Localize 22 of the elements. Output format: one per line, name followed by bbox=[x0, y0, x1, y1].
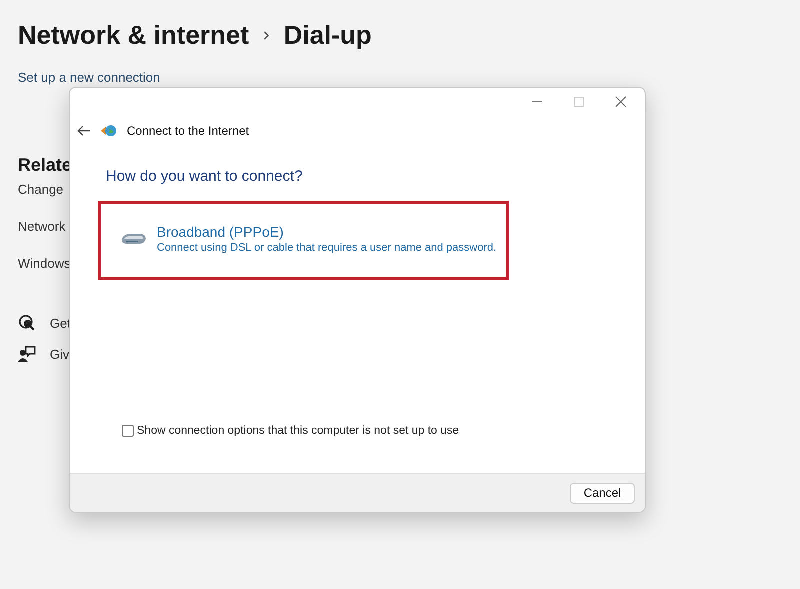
help-link[interactable]: Giv bbox=[50, 346, 70, 362]
globe-icon bbox=[101, 124, 117, 138]
section-heading: Relate bbox=[18, 155, 72, 177]
cancel-button[interactable]: Cancel bbox=[570, 482, 635, 504]
related-link[interactable]: Change bbox=[18, 182, 64, 197]
back-icon[interactable] bbox=[77, 125, 91, 137]
help-icon bbox=[18, 314, 36, 332]
page-title: Dial-up bbox=[284, 20, 372, 50]
checkbox[interactable] bbox=[122, 425, 134, 437]
breadcrumb-link[interactable]: Network & internet bbox=[18, 20, 250, 50]
connection-option[interactable]: Broadband (PPPoE) Connect using DSL or cable that requires a user name and password. bbox=[98, 201, 509, 280]
related-link[interactable]: Windows bbox=[18, 256, 71, 271]
feedback-icon bbox=[18, 345, 36, 363]
option-description: Connect using DSL or cable that requires a user name and password. bbox=[157, 242, 497, 254]
related-link[interactable]: Network bbox=[18, 219, 66, 234]
chevron-icon: › bbox=[263, 24, 270, 46]
dialog-title: Connect to the Internet bbox=[127, 124, 250, 138]
option-title: Broadband (PPPoE) bbox=[157, 224, 285, 240]
modem-icon bbox=[121, 232, 147, 246]
setup-connection-link[interactable]: Set up a new connection bbox=[18, 70, 160, 86]
dialog-heading: How do you want to connect? bbox=[106, 168, 304, 185]
checkbox-label: Show connection options that this computer is not set up to use bbox=[137, 425, 460, 437]
